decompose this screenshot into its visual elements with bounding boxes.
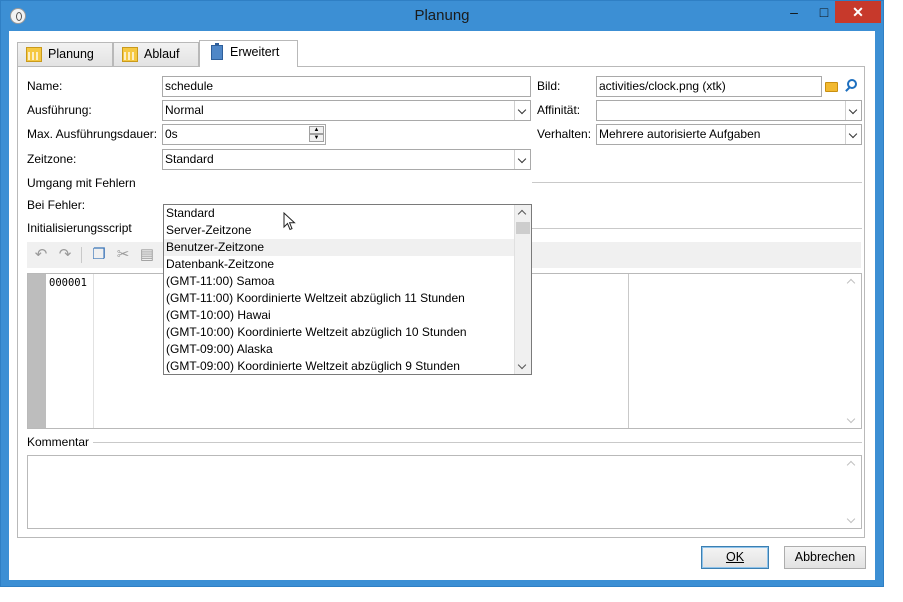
ausfuehrung-select[interactable]: Normal bbox=[162, 100, 531, 121]
verhalten-select[interactable]: Mehrere autorisierte Aufgaben bbox=[596, 124, 862, 145]
window-title: Planung bbox=[414, 7, 470, 24]
verhalten-label: Verhalten: bbox=[537, 127, 592, 141]
ausfuehrung-label: Ausführung: bbox=[27, 103, 92, 117]
tab-erweitert-label: Erweitert bbox=[230, 45, 280, 59]
scroll-down-icon[interactable] bbox=[846, 514, 856, 524]
dropdown-option-hovered[interactable]: Benutzer-Zeitzone bbox=[164, 239, 515, 256]
editor-split bbox=[628, 274, 629, 428]
dropdown-option[interactable]: Datenbank-Zeitzone bbox=[164, 256, 515, 273]
line-number: 000001 bbox=[46, 274, 94, 428]
bild-label: Bild: bbox=[537, 79, 561, 93]
dropdown-option[interactable]: Server-Zeitzone bbox=[164, 222, 515, 239]
stepper-down-button[interactable]: ▼ bbox=[309, 134, 324, 142]
folder-icon[interactable] bbox=[823, 77, 841, 95]
tab-ablauf-label: Ablauf bbox=[144, 47, 180, 61]
chevron-down-icon[interactable] bbox=[845, 101, 861, 120]
init-script-group-divider bbox=[532, 228, 862, 229]
tab-erweitert[interactable]: Erweitert bbox=[199, 40, 298, 67]
dropdown-option[interactable]: (GMT-10:00) Hawai bbox=[164, 307, 515, 324]
ok-button[interactable]: OK bbox=[701, 546, 769, 569]
cancel-button-label: Abbrechen bbox=[794, 550, 856, 564]
fehler-group-title: Umgang mit Fehlern bbox=[27, 176, 136, 190]
dialog-client: Planung Ablauf Erweitert Name: schedule … bbox=[9, 31, 875, 580]
dropdown-scrollbar[interactable] bbox=[514, 205, 531, 374]
kommentar-group-title: Kommentar bbox=[27, 435, 90, 449]
kommentar-field[interactable] bbox=[27, 455, 862, 529]
kommentar-group-divider bbox=[93, 442, 862, 443]
title-bar: Planung – □ ✕ bbox=[1, 1, 883, 31]
ok-button-label: OK bbox=[725, 550, 745, 564]
cut-icon[interactable]: ✂ bbox=[115, 247, 131, 263]
tab-ablauf[interactable]: Ablauf bbox=[113, 42, 199, 66]
paste-icon[interactable]: ▤ bbox=[139, 247, 155, 263]
ausfuehrung-value: Normal bbox=[165, 103, 204, 117]
close-button[interactable]: ✕ bbox=[835, 1, 881, 23]
zeitzone-select[interactable]: Standard bbox=[162, 149, 531, 170]
max-dauer-stepper[interactable]: 0s ▲ ▼ bbox=[162, 124, 326, 145]
stepper-up-button[interactable]: ▲ bbox=[309, 126, 324, 134]
tab-panel-erweitert: Name: schedule Ausführung: Normal Max. A… bbox=[17, 66, 865, 538]
init-script-group-title: Initialisierungsscript bbox=[27, 221, 132, 235]
zeitzone-dropdown-list[interactable]: Standard Server-Zeitzone Benutzer-Zeitzo… bbox=[163, 204, 532, 375]
tab-planung-label: Planung bbox=[48, 47, 94, 61]
chevron-down-icon[interactable] bbox=[514, 101, 530, 120]
redo-icon[interactable]: ↷ bbox=[57, 247, 73, 263]
scroll-down-icon[interactable] bbox=[517, 360, 527, 370]
dropdown-option[interactable]: (GMT-11:00) Samoa bbox=[164, 273, 515, 290]
fehler-group-divider bbox=[532, 182, 862, 183]
calendar-icon bbox=[122, 47, 138, 62]
undo-icon[interactable]: ↶ bbox=[33, 247, 49, 263]
search-icon[interactable] bbox=[843, 77, 861, 95]
chevron-down-icon[interactable] bbox=[514, 150, 530, 169]
dropdown-option[interactable]: Standard bbox=[164, 205, 515, 222]
scroll-down-icon[interactable] bbox=[846, 414, 856, 424]
dialog-window: Planung – □ ✕ Planung Ablauf Erweitert N… bbox=[0, 0, 884, 587]
copy-icon[interactable]: ❐ bbox=[91, 247, 107, 263]
tab-planung[interactable]: Planung bbox=[17, 42, 113, 66]
scroll-up-icon[interactable] bbox=[517, 209, 527, 219]
verhalten-value: Mehrere autorisierte Aufgaben bbox=[599, 127, 761, 141]
max-dauer-value: 0s bbox=[165, 127, 178, 141]
editor-scrollbar[interactable] bbox=[844, 274, 861, 428]
scroll-up-icon[interactable] bbox=[846, 278, 856, 288]
stepper-controls: ▲ ▼ bbox=[309, 126, 324, 143]
zeitzone-value: Standard bbox=[165, 152, 214, 166]
dropdown-option[interactable]: (GMT-11:00) Koordinierte Weltzeit abzügl… bbox=[164, 290, 515, 307]
toolbar-separator bbox=[81, 247, 82, 263]
name-field[interactable]: schedule bbox=[162, 76, 531, 97]
calendar-icon bbox=[26, 47, 42, 62]
affinitaet-label: Affinität: bbox=[537, 103, 581, 117]
clipboard-icon bbox=[211, 43, 223, 60]
dropdown-option[interactable]: (GMT-09:00) Alaska bbox=[164, 341, 515, 358]
dropdown-option[interactable]: (GMT-09:00) Koordinierte Weltzeit abzügl… bbox=[164, 358, 515, 374]
comment-scrollbar[interactable] bbox=[844, 456, 861, 528]
bild-field[interactable]: activities/clock.png (xtk) bbox=[596, 76, 822, 97]
chevron-down-icon[interactable] bbox=[845, 125, 861, 144]
name-label: Name: bbox=[27, 79, 63, 93]
dropdown-option[interactable]: (GMT-10:00) Koordinierte Weltzeit abzügl… bbox=[164, 324, 515, 341]
editor-gutter bbox=[28, 274, 46, 428]
affinitaet-select[interactable] bbox=[596, 100, 862, 121]
minimize-button[interactable]: – bbox=[779, 1, 809, 23]
bei-fehler-label: Bei Fehler: bbox=[27, 198, 86, 212]
zeitzone-label: Zeitzone: bbox=[27, 152, 77, 166]
scroll-thumb[interactable] bbox=[516, 222, 530, 234]
scroll-up-icon[interactable] bbox=[846, 460, 856, 470]
max-dauer-label: Max. Ausführungsdauer: bbox=[27, 127, 158, 141]
mouse-cursor-icon bbox=[283, 212, 296, 231]
cancel-button[interactable]: Abbrechen bbox=[784, 546, 866, 569]
